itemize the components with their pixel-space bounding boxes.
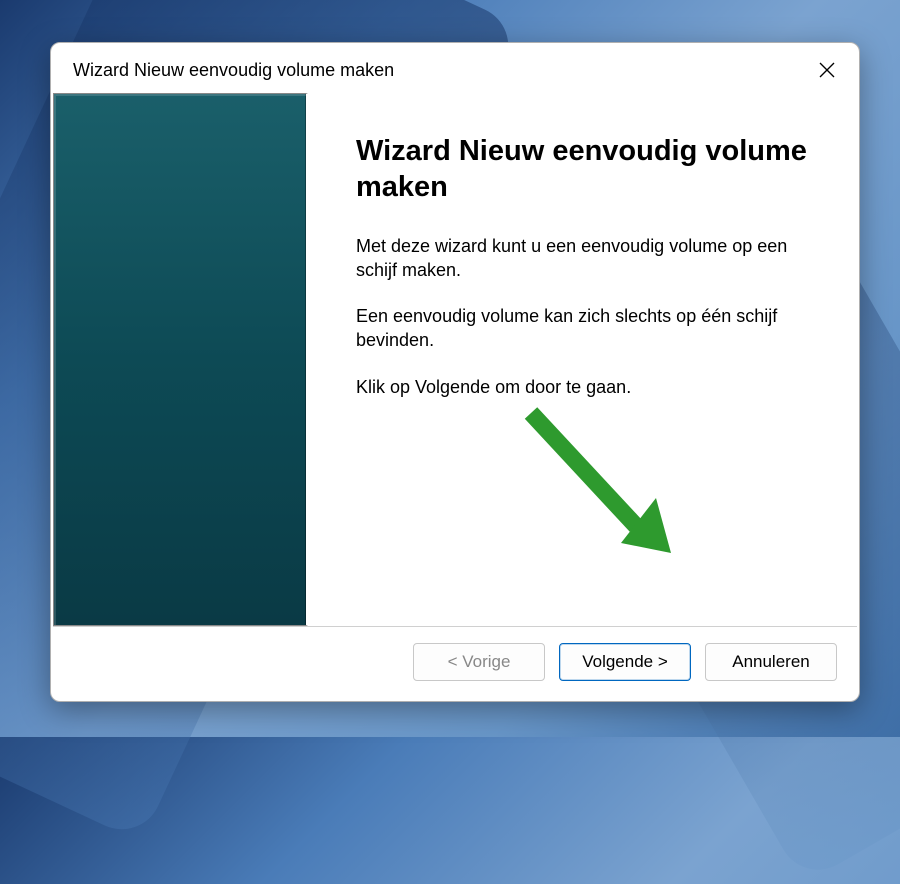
annotation-arrow-icon (516, 398, 686, 568)
wizard-heading: Wizard Nieuw eenvoudig volume maken (356, 133, 817, 206)
close-button[interactable] (817, 60, 837, 80)
content-area: Wizard Nieuw eenvoudig volume maken Met … (53, 93, 857, 627)
wizard-side-panel (53, 93, 308, 626)
wizard-paragraph-2: Een eenvoudig volume kan zich slechts op… (356, 304, 817, 353)
close-icon (819, 62, 835, 78)
dialog-title: Wizard Nieuw eenvoudig volume maken (73, 60, 394, 81)
back-button: < Vorige (413, 643, 545, 681)
button-row: < Vorige Volgende > Annuleren (51, 627, 859, 701)
next-button[interactable]: Volgende > (559, 643, 691, 681)
wizard-main-panel: Wizard Nieuw eenvoudig volume maken Met … (308, 93, 857, 626)
wizard-paragraph-3: Klik op Volgende om door te gaan. (356, 375, 817, 399)
cancel-button[interactable]: Annuleren (705, 643, 837, 681)
titlebar: Wizard Nieuw eenvoudig volume maken (51, 43, 859, 93)
wizard-dialog: Wizard Nieuw eenvoudig volume maken Wiza… (50, 42, 860, 702)
wizard-paragraph-1: Met deze wizard kunt u een eenvoudig vol… (356, 234, 817, 283)
